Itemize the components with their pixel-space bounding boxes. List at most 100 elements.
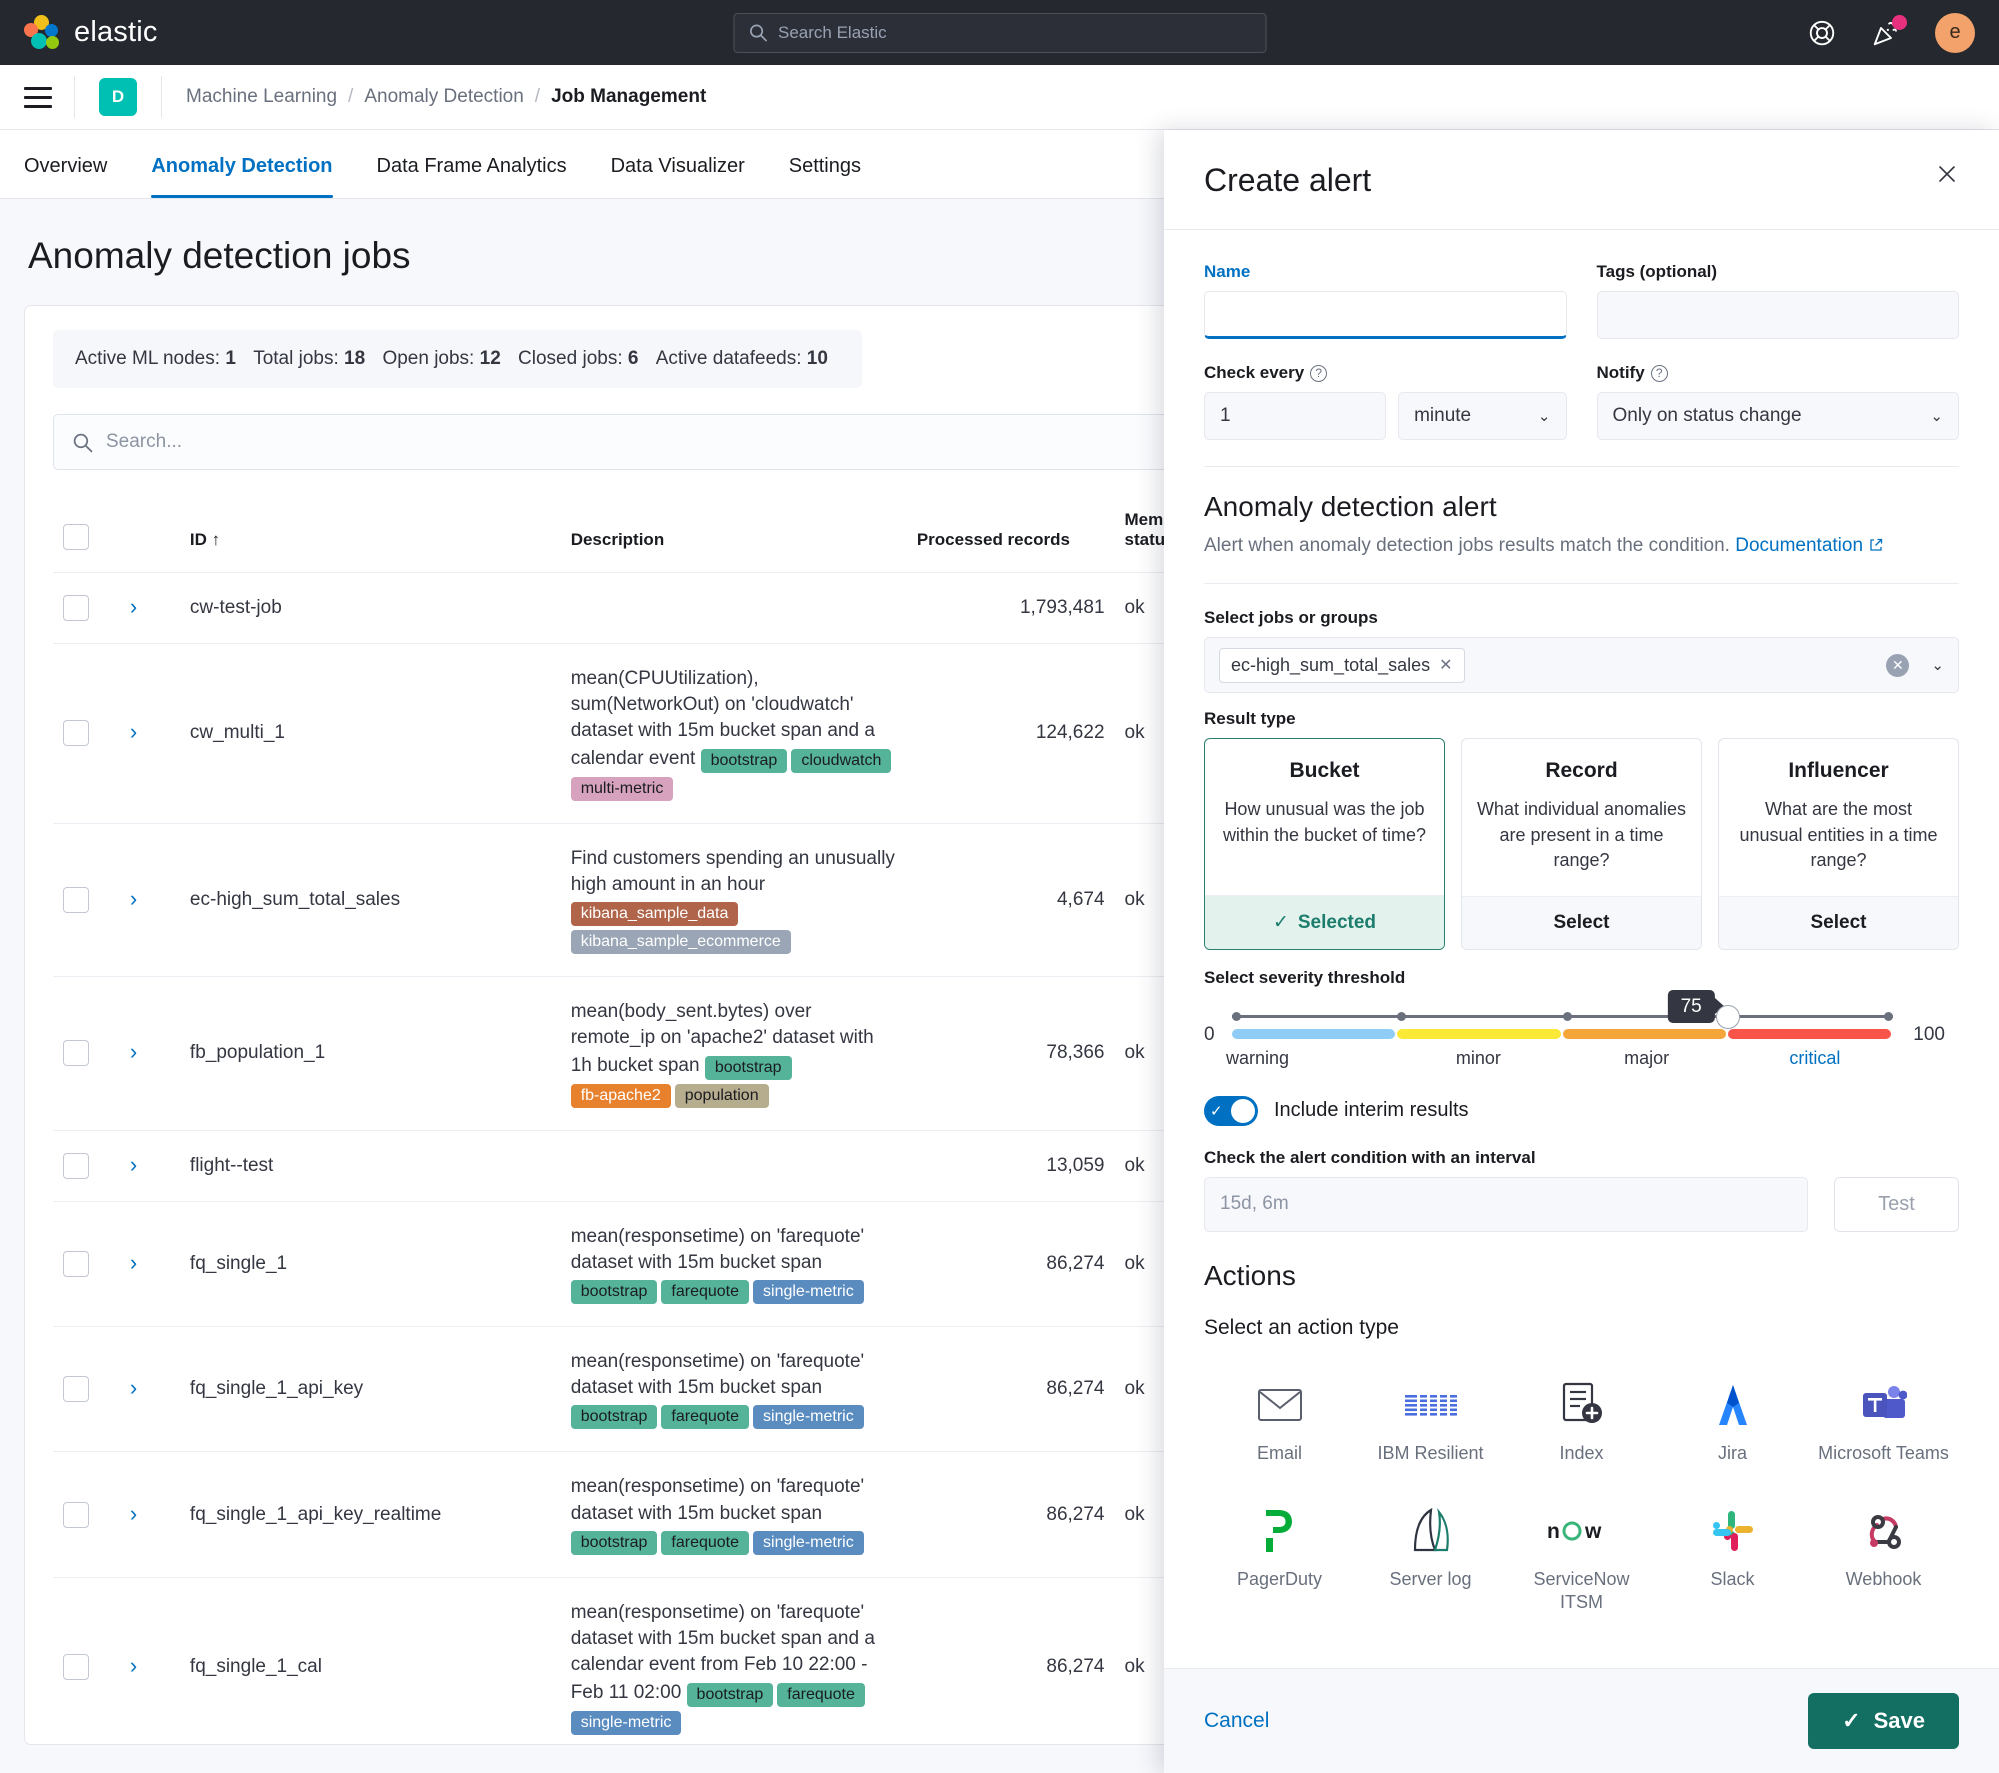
job-tag[interactable]: single-metric	[753, 1530, 864, 1555]
job-tag[interactable]: kibana_sample_ecommerce	[570, 930, 791, 955]
job-tag[interactable]: farequote	[777, 1682, 865, 1707]
job-tag[interactable]: bootstrap	[570, 1279, 658, 1304]
documentation-link[interactable]: Documentation	[1735, 535, 1863, 556]
select-record-button[interactable]: Select	[1462, 895, 1701, 949]
row-checkbox[interactable]	[63, 1654, 89, 1681]
tab-anomaly-detection[interactable]: Anomaly Detection	[129, 155, 354, 198]
table-row[interactable]: › fq_single_1 mean(responsetime) on 'fareq…	[53, 1200, 1253, 1327]
job-tag[interactable]: bootstrap	[570, 1405, 658, 1430]
tab-overview[interactable]: Overview	[24, 155, 129, 198]
action-type-jira[interactable]: Jira	[1657, 1360, 1808, 1479]
job-tag[interactable]: cloudwatch	[791, 748, 892, 773]
column-header-id[interactable]: ID ↑	[180, 496, 561, 573]
action-type-email[interactable]: Email	[1204, 1360, 1355, 1479]
job-tag[interactable]: bootstrap	[686, 1682, 774, 1707]
job-tag[interactable]: single-metric	[570, 1710, 682, 1735]
job-tag[interactable]: single-metric	[753, 1279, 864, 1304]
job-tag[interactable]: farequote	[661, 1279, 750, 1304]
action-type-pagerduty[interactable]: PagerDuty	[1204, 1486, 1355, 1627]
tab-data-visualizer[interactable]: Data Visualizer	[589, 155, 767, 198]
expand-row-button[interactable]: ›	[119, 1576, 180, 1744]
include-interim-toggle[interactable]: ✓	[1204, 1095, 1258, 1126]
column-header-processed-records[interactable]: Processed records	[907, 496, 1115, 573]
column-header-description[interactable]: Description	[561, 496, 907, 573]
avatar[interactable]: e	[1935, 12, 1975, 53]
result-type-card-influencer[interactable]: Influencer What are the most unusual ent…	[1718, 738, 1959, 950]
action-type-microsoft-teams[interactable]: Microsoft Teams	[1808, 1360, 1959, 1479]
expand-row-button[interactable]: ›	[119, 1129, 180, 1202]
job-tag[interactable]: bootstrap	[704, 1055, 792, 1080]
table-row[interactable]: › cw_multi_1 mean(CPUUtilization), sum(Net…	[53, 643, 1253, 824]
party-popper-icon[interactable]	[1871, 14, 1907, 48]
row-checkbox[interactable]	[63, 1250, 89, 1277]
space-badge[interactable]: D	[99, 78, 137, 116]
help-icon[interactable]: ?	[1650, 364, 1668, 382]
table-row[interactable]: › fq_single_1_cal mean(responsetime) on 'f…	[53, 1576, 1253, 1744]
select-all-checkbox[interactable]	[63, 524, 89, 550]
help-icon[interactable]: ?	[1310, 364, 1328, 382]
severity-slider[interactable]: 0 100 warning minor major critical 75	[1204, 989, 1959, 1088]
expand-row-button[interactable]: ›	[119, 976, 180, 1131]
result-type-card-record[interactable]: Record What individual anomalies are pre…	[1461, 738, 1702, 950]
job-tag[interactable]: farequote	[661, 1405, 750, 1430]
test-button[interactable]: Test	[1834, 1176, 1959, 1232]
action-type-webhook[interactable]: Webhook	[1808, 1486, 1959, 1627]
save-button[interactable]: ✓ Save	[1808, 1693, 1959, 1749]
table-row[interactable]: › fq_single_1_api_key mean(responsetime) o…	[53, 1325, 1253, 1452]
global-search-input[interactable]: Search Elastic	[733, 12, 1266, 53]
job-tag[interactable]: farequote	[661, 1530, 750, 1555]
action-type-index[interactable]: Index	[1506, 1360, 1657, 1479]
expand-row-button[interactable]: ›	[119, 822, 180, 977]
action-type-servicenow-itsm[interactable]: n w ServiceNow ITSM	[1506, 1486, 1657, 1627]
action-type-slack[interactable]: Slack	[1657, 1486, 1808, 1627]
notify-select[interactable]: Only on status change ⌄	[1596, 392, 1959, 440]
jobs-search-input[interactable]: Search...	[53, 414, 1190, 470]
row-checkbox[interactable]	[63, 886, 89, 913]
job-tag[interactable]: kibana_sample_data	[570, 902, 739, 927]
job-tag[interactable]: population	[674, 1083, 769, 1108]
cancel-button[interactable]: Cancel	[1204, 1709, 1269, 1733]
job-tag[interactable]: single-metric	[753, 1405, 864, 1430]
select-bucket-button[interactable]: ✓ Selected	[1205, 894, 1444, 949]
tab-data-frame-analytics[interactable]: Data Frame Analytics	[355, 155, 589, 198]
tab-settings[interactable]: Settings	[767, 155, 883, 198]
action-type-server-log[interactable]: Server log	[1355, 1486, 1506, 1627]
job-tag[interactable]: multi-metric	[570, 776, 674, 801]
row-checkbox[interactable]	[63, 720, 89, 747]
check-every-value-input[interactable]: 1	[1204, 392, 1387, 440]
remove-job-icon[interactable]: ✕	[1439, 655, 1452, 675]
action-type-ibm-resilient[interactable]: IBM Resilient	[1355, 1360, 1506, 1479]
job-tag[interactable]: fb-apache2	[570, 1083, 671, 1108]
expand-row-button[interactable]: ›	[119, 643, 180, 824]
job-tag[interactable]: bootstrap	[700, 748, 788, 773]
row-checkbox[interactable]	[63, 1376, 89, 1403]
expand-row-button[interactable]: ›	[119, 1325, 180, 1452]
severity-slider-thumb[interactable]	[1715, 1004, 1740, 1029]
expand-row-button[interactable]: ›	[119, 572, 180, 644]
row-checkbox[interactable]	[63, 595, 89, 621]
table-row[interactable]: › ec-high_sum_total_sales Find customers s…	[53, 822, 1253, 977]
expand-row-button[interactable]: ›	[119, 1451, 180, 1578]
select-influencer-button[interactable]: Select	[1719, 895, 1958, 949]
table-row[interactable]: › cw-test-job 1,793,481 ok	[53, 572, 1253, 644]
table-row[interactable]: › fb_population_1 mean(body_sent.bytes) ov…	[53, 976, 1253, 1131]
table-row[interactable]: › fq_single_1_api_key_realtime mean(respon…	[53, 1451, 1253, 1578]
breadcrumb-item-anomaly-detection[interactable]: Anomaly Detection	[364, 86, 523, 108]
alert-interval-input[interactable]: 15d, 6m	[1204, 1176, 1808, 1232]
alert-name-input[interactable]	[1204, 291, 1567, 339]
close-icon[interactable]	[1935, 162, 1959, 186]
row-checkbox[interactable]	[63, 1501, 89, 1528]
alert-tags-input[interactable]	[1596, 291, 1959, 339]
job-tag[interactable]: bootstrap	[570, 1530, 658, 1555]
breadcrumb-item-machine-learning[interactable]: Machine Learning	[186, 86, 337, 108]
clear-selection-icon[interactable]: ✕	[1886, 653, 1910, 677]
check-every-unit-select[interactable]: minute ⌄	[1398, 392, 1567, 440]
row-checkbox[interactable]	[63, 1040, 89, 1067]
result-type-card-bucket[interactable]: Bucket How unusual was the job within th…	[1204, 738, 1445, 950]
jobs-combobox[interactable]: ec-high_sum_total_sales ✕ ✕ ⌄	[1204, 637, 1959, 693]
menu-icon[interactable]	[24, 86, 52, 108]
elastic-brand[interactable]: elastic	[24, 14, 158, 51]
row-checkbox[interactable]	[63, 1152, 89, 1179]
expand-row-button[interactable]: ›	[119, 1200, 180, 1327]
chevron-down-icon[interactable]: ⌄	[1931, 656, 1944, 674]
